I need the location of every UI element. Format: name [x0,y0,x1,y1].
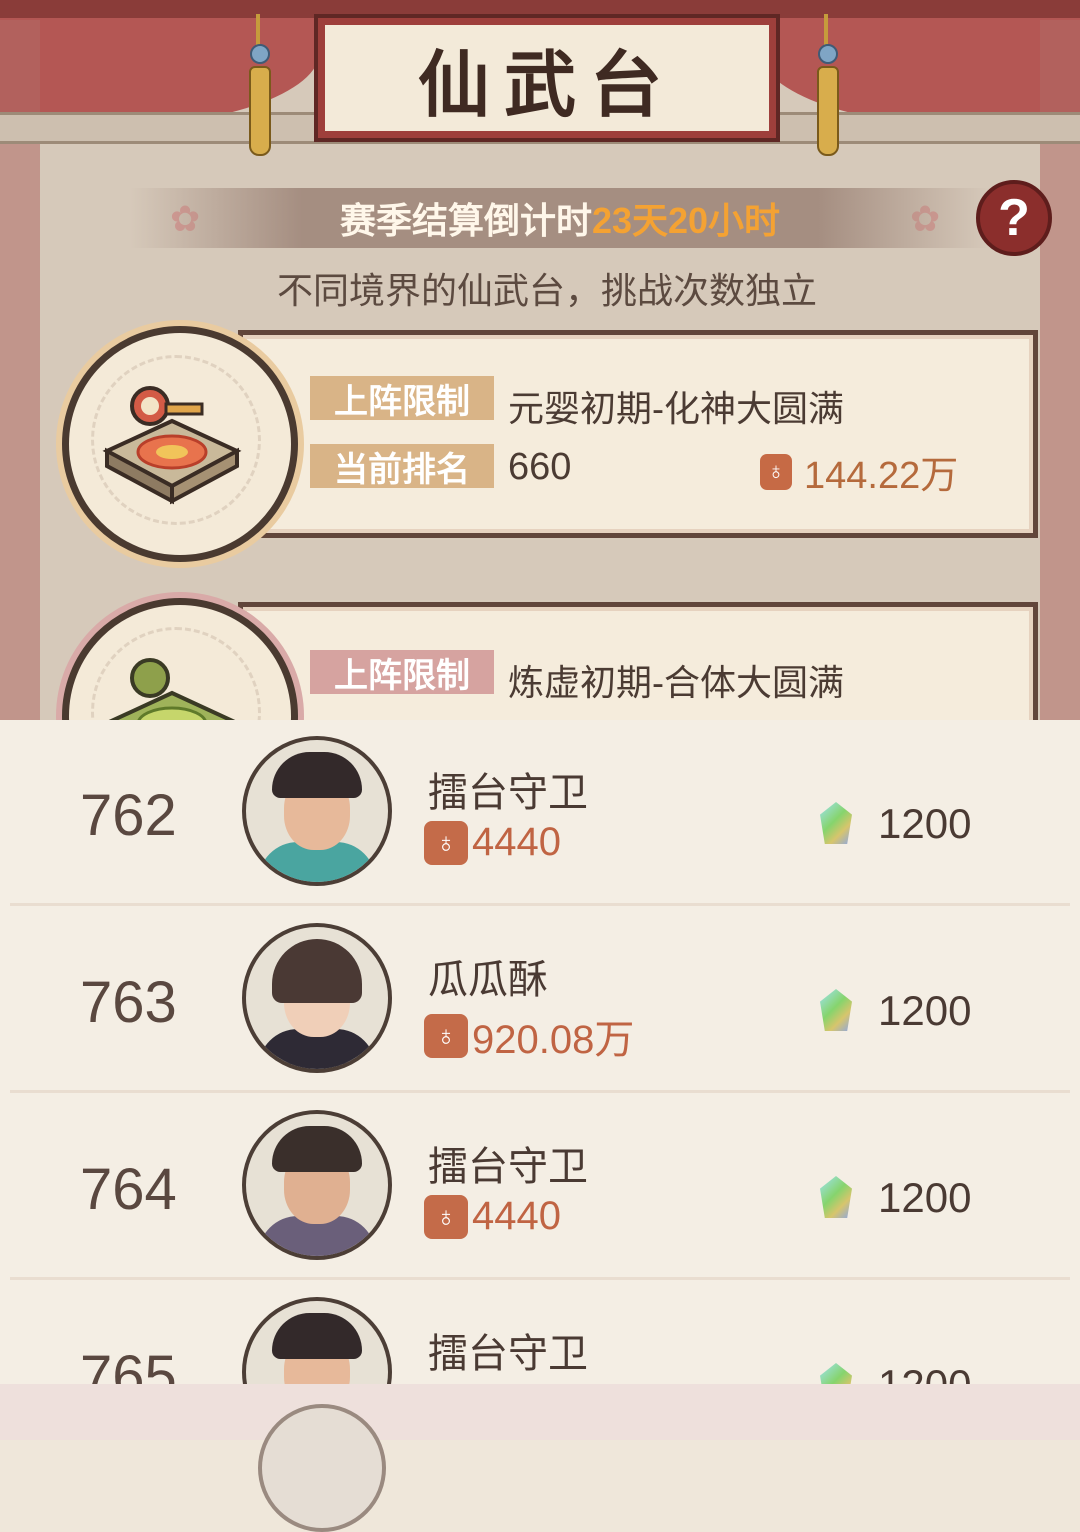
arena-stage-icon [108,658,236,720]
lineup-limit-tag: 上阵限制 [310,376,494,421]
rank-number: 764 [80,1157,177,1222]
bottom-panel [0,1384,1080,1532]
ranking-list[interactable]: 762 擂台守卫 ♁ 4440 1200 763 瓜瓜酥 ♁ 920.08万 1… [0,720,1080,1384]
avatar[interactable] [242,736,392,886]
arena-overview: 仙武台 ✿ ✿ 赛季结算倒计时23天20小时 ? 不同境界的仙武台，挑战次数独立… [0,0,1080,720]
avatar[interactable] [242,1297,392,1384]
combat-power-icon: ♁ [424,820,468,865]
avatar[interactable] [258,1404,386,1532]
combat-power-icon: ♁ [424,1194,468,1239]
arena-subtitle: 不同境界的仙武台，挑战次数独立 [276,270,817,311]
spirit-stone-icon [820,1363,852,1384]
player-name: 擂台守卫 [428,771,588,815]
current-rank-tag: 当前排名 [310,444,494,489]
title-plaque: 仙武台 [318,18,776,138]
combat-power-value: 144.22万 [804,455,959,497]
rank-number: 765 [80,1344,177,1384]
row-divider [10,1277,1070,1280]
player-power: ♁ 4440 [424,820,561,865]
page-title: 仙武台 [417,41,676,127]
arena-emblem [62,326,298,562]
avatar[interactable] [242,1110,392,1260]
ranking-row[interactable]: 762 擂台守卫 ♁ 4440 1200 [0,720,1080,906]
player-power-value: 920.08万 [472,1018,635,1062]
player-name: 擂台守卫 [428,1332,588,1376]
player-power-value: 4440 [472,1194,561,1238]
reward-amount: 1200 [878,1174,972,1221]
ranking-row[interactable]: 763 瓜瓜酥 ♁ 920.08万 1200 [0,907,1080,1093]
lineup-limit-tag: 上阵限制 [310,650,494,695]
player-name: 擂台守卫 [428,1145,588,1189]
combat-power-icon: ♁ [760,453,792,490]
lineup-limit-value: 元婴初期-化神大圆满 [508,388,844,429]
season-countdown-label: 赛季结算倒计时 [339,200,592,241]
player-power: ♁ 4440 [424,1194,561,1239]
player-name: 瓜瓜酥 [428,958,548,1002]
spirit-stone-icon [820,1176,852,1218]
arena-emblem [62,598,298,720]
tassel-icon [246,14,271,156]
reward-amount: 1200 [878,800,972,847]
spirit-stone-icon [820,989,852,1031]
current-rank-value: 660 [508,446,572,488]
reward-amount: 1200 [878,987,972,1034]
rank-number: 763 [80,970,177,1035]
tassel-icon [814,14,839,156]
ranking-row[interactable]: 764 擂台守卫 ♁ 4440 1200 [0,1094,1080,1280]
row-divider [10,903,1070,906]
avatar[interactable] [242,923,392,1073]
arena-stage-icon [102,386,242,505]
ranking-row[interactable]: 765 擂台守卫 1200 [0,1281,1080,1384]
reward-amount: 1200 [878,1361,971,1384]
arena-card[interactable] [238,330,1038,538]
player-power: ♁ 920.08万 [424,1007,634,1065]
rank-number: 762 [80,783,177,848]
combat-power: ♁ 144.22万 [760,444,958,499]
season-countdown: 赛季结算倒计时 23天20小时 [130,188,990,248]
player-power-value: 4440 [472,820,561,864]
help-button[interactable]: ? [976,180,1052,256]
row-divider [10,1090,1070,1093]
combat-power-icon: ♁ [424,1014,468,1058]
lineup-limit-value: 炼虚初期-合体大圆满 [508,662,844,703]
season-countdown-value: 23天20小时 [591,200,781,241]
spirit-stone-icon [820,802,852,844]
